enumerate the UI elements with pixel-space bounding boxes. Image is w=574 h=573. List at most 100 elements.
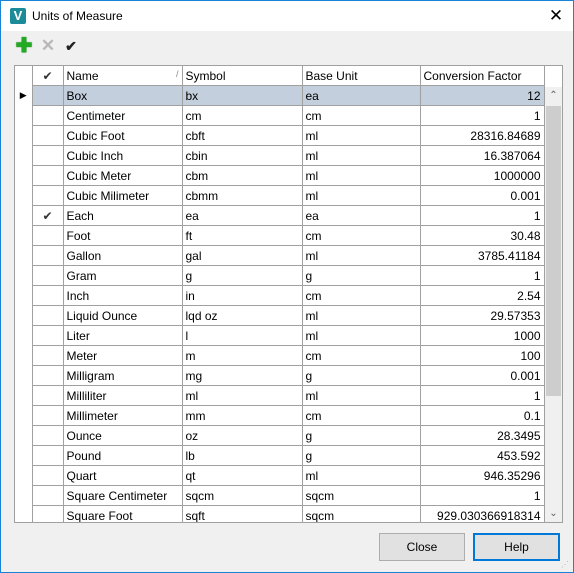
default-check-cell[interactable]: [31, 245, 64, 266]
conversion-factor-cell[interactable]: 28.3495: [419, 425, 545, 446]
table-row[interactable]: Square Foot sqft sqcm 929.030366918314: [15, 505, 545, 522]
name-cell[interactable]: Cubic Meter: [62, 165, 183, 186]
symbol-cell[interactable]: qt: [181, 465, 303, 486]
default-check-cell[interactable]: ✔: [31, 205, 64, 226]
default-check-cell[interactable]: [31, 405, 64, 426]
base-unit-cell[interactable]: cm: [301, 225, 421, 246]
default-check-cell[interactable]: [31, 485, 64, 506]
name-cell[interactable]: Gallon: [62, 245, 183, 266]
name-cell[interactable]: Milliliter: [62, 385, 183, 406]
conversion-factor-cell[interactable]: 16.387064: [419, 145, 545, 166]
name-cell[interactable]: Millimeter: [62, 405, 183, 426]
vertical-scrollbar[interactable]: ⌃ ⌄: [545, 87, 562, 522]
default-check-cell[interactable]: [31, 465, 64, 486]
symbol-cell[interactable]: mg: [181, 365, 303, 386]
default-check-cell[interactable]: [31, 265, 64, 286]
default-check-cell[interactable]: [31, 345, 64, 366]
table-row[interactable]: Pound lb g 453.592: [15, 445, 545, 466]
delete-icon[interactable]: ✕: [39, 37, 57, 55]
scroll-down-icon[interactable]: ⌄: [545, 505, 562, 522]
default-check-cell[interactable]: [31, 365, 64, 386]
base-unit-cell[interactable]: ml: [301, 245, 421, 266]
table-row[interactable]: Meter m cm 100: [15, 345, 545, 366]
base-unit-cell[interactable]: g: [301, 365, 421, 386]
conversion-factor-cell[interactable]: 929.030366918314: [419, 505, 545, 522]
base-unit-cell[interactable]: ml: [301, 325, 421, 346]
base-unit-cell[interactable]: ea: [301, 205, 421, 226]
conversion-factor-cell[interactable]: 29.57353: [419, 305, 545, 326]
close-button[interactable]: Close: [379, 533, 465, 561]
column-header-symbol[interactable]: Symbol: [181, 66, 303, 86]
close-window-button[interactable]: ✕: [539, 1, 573, 31]
base-unit-cell[interactable]: ea: [301, 85, 421, 106]
symbol-cell[interactable]: cbft: [181, 125, 303, 146]
table-row[interactable]: Cubic Meter cbm ml 1000000: [15, 165, 545, 186]
table-row[interactable]: Square Centimeter sqcm sqcm 1: [15, 485, 545, 506]
default-check-cell[interactable]: [31, 445, 64, 466]
symbol-cell[interactable]: ea: [181, 205, 303, 226]
conversion-factor-cell[interactable]: 0.1: [419, 405, 545, 426]
symbol-cell[interactable]: m: [181, 345, 303, 366]
table-row[interactable]: Quart qt ml 946.35296: [15, 465, 545, 486]
table-row[interactable]: Ounce oz g 28.3495: [15, 425, 545, 446]
conversion-factor-cell[interactable]: 1000: [419, 325, 545, 346]
scrollbar-thumb[interactable]: [546, 106, 561, 396]
table-row[interactable]: ▶ Box bx ea 12: [15, 85, 545, 106]
name-cell[interactable]: Liter: [62, 325, 183, 346]
symbol-cell[interactable]: mm: [181, 405, 303, 426]
help-button[interactable]: Help: [473, 533, 560, 561]
base-unit-cell[interactable]: g: [301, 445, 421, 466]
base-unit-cell[interactable]: ml: [301, 305, 421, 326]
name-cell[interactable]: Quart: [62, 465, 183, 486]
conversion-factor-cell[interactable]: 100: [419, 345, 545, 366]
base-unit-cell[interactable]: sqcm: [301, 485, 421, 506]
symbol-cell[interactable]: gal: [181, 245, 303, 266]
table-row[interactable]: Milliliter ml ml 1: [15, 385, 545, 406]
conversion-factor-cell[interactable]: 12: [419, 85, 545, 106]
default-check-cell[interactable]: [31, 105, 64, 126]
name-cell[interactable]: Gram: [62, 265, 183, 286]
table-row[interactable]: Liquid Ounce lqd oz ml 29.57353: [15, 305, 545, 326]
default-check-cell[interactable]: [31, 185, 64, 206]
name-cell[interactable]: Cubic Foot: [62, 125, 183, 146]
scroll-up-icon[interactable]: ⌃: [545, 87, 562, 104]
symbol-cell[interactable]: cbmm: [181, 185, 303, 206]
symbol-cell[interactable]: in: [181, 285, 303, 306]
base-unit-cell[interactable]: ml: [301, 125, 421, 146]
table-row[interactable]: Centimeter cm cm 1: [15, 105, 545, 126]
base-unit-cell[interactable]: g: [301, 265, 421, 286]
default-check-cell[interactable]: [31, 85, 64, 106]
name-cell[interactable]: Square Foot: [62, 505, 183, 522]
table-row[interactable]: Gram g g 1: [15, 265, 545, 286]
base-unit-cell[interactable]: ml: [301, 145, 421, 166]
conversion-factor-cell[interactable]: 28316.84689: [419, 125, 545, 146]
add-icon[interactable]: ✚: [15, 36, 33, 56]
name-cell[interactable]: Square Centimeter: [62, 485, 183, 506]
name-cell[interactable]: Cubic Inch: [62, 145, 183, 166]
table-row[interactable]: Liter l ml 1000: [15, 325, 545, 346]
default-check-cell[interactable]: [31, 505, 64, 522]
table-row[interactable]: Milligram mg g 0.001: [15, 365, 545, 386]
symbol-cell[interactable]: cm: [181, 105, 303, 126]
symbol-cell[interactable]: sqft: [181, 505, 303, 522]
default-check-cell[interactable]: [31, 125, 64, 146]
table-row[interactable]: Cubic Inch cbin ml 16.387064: [15, 145, 545, 166]
default-check-cell[interactable]: [31, 385, 64, 406]
symbol-cell[interactable]: bx: [181, 85, 303, 106]
name-cell[interactable]: Liquid Ounce: [62, 305, 183, 326]
base-unit-cell[interactable]: cm: [301, 285, 421, 306]
symbol-cell[interactable]: cbm: [181, 165, 303, 186]
conversion-factor-cell[interactable]: 1: [419, 385, 545, 406]
conversion-factor-cell[interactable]: 1: [419, 205, 545, 226]
name-cell[interactable]: Pound: [62, 445, 183, 466]
resize-grip-icon[interactable]: ⋰: [561, 560, 571, 570]
symbol-cell[interactable]: ml: [181, 385, 303, 406]
symbol-cell[interactable]: lqd oz: [181, 305, 303, 326]
table-row[interactable]: Millimeter mm cm 0.1: [15, 405, 545, 426]
default-check-cell[interactable]: [31, 325, 64, 346]
table-row[interactable]: Cubic Milimeter cbmm ml 0.001: [15, 185, 545, 206]
name-cell[interactable]: Foot: [62, 225, 183, 246]
table-row[interactable]: Foot ft cm 30.48: [15, 225, 545, 246]
conversion-factor-cell[interactable]: 946.35296: [419, 465, 545, 486]
symbol-cell[interactable]: oz: [181, 425, 303, 446]
